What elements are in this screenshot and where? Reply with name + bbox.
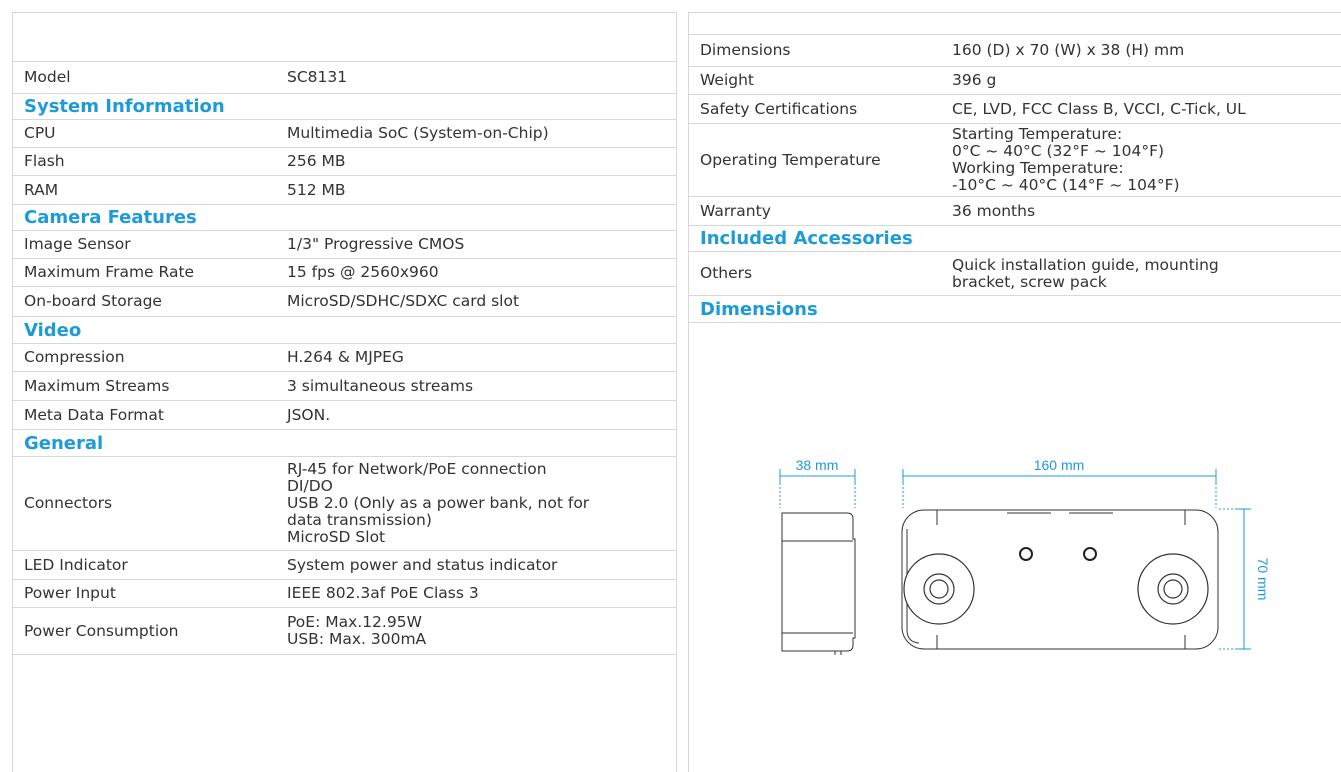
spec-value: 3 simultaneous streams (287, 376, 474, 395)
spec-row: Image Sensor 1/3" Progressive CMOS (13, 231, 676, 259)
spec-value-line: JSON. (287, 405, 331, 424)
spec-label: Meta Data Format (24, 405, 164, 424)
spec-value: H.264 & MJPEG (287, 349, 404, 366)
left-lens (903, 553, 975, 625)
spec-row: Compression H.264 & MJPEG (13, 344, 676, 372)
spec-value: 15 fps @ 2560x960 (287, 264, 439, 281)
spec-label: Maximum Streams (24, 376, 170, 395)
spec-value-line: USB: Max. 300mA (287, 630, 427, 648)
spec-value-line: MicroSD Slot (287, 528, 386, 546)
spec-value-line: RJ-45 for Network/PoE connection (287, 460, 547, 478)
spec-row: Maximum Streams 3 simultaneous streams (13, 372, 676, 401)
spec-value: RJ-45 for Network/PoE connection DI/DO USB… (287, 461, 589, 546)
spec-label: On-board Storage (24, 292, 162, 310)
spec-value-line: 1/3" Progressive CMOS (287, 235, 465, 253)
height-label: 70 mm (1255, 558, 1271, 601)
spec-label: Power Input (24, 584, 116, 602)
device-side-view (781, 512, 856, 655)
spec-value-line: DI/DO (287, 477, 333, 495)
spec-value: 512 MB (287, 180, 346, 199)
spec-label: Power Consumption (24, 621, 179, 640)
spec-label: Image Sensor (24, 235, 131, 253)
spec-row: Power Input IEEE 802.3af PoE Class 3 (13, 580, 676, 608)
spec-value-line: MicroSD/SDHC/SDXC card slot (287, 292, 520, 310)
spec-rows-left: Model SC8131 System Information CPU Multimed… (13, 61, 676, 655)
spec-value-line: 15 fps @ 2560x960 (287, 263, 439, 281)
spec-value: SC8131 (287, 69, 347, 86)
spec-row: Flash 256 MB (13, 148, 676, 176)
spec-value-line: H.264 & MJPEG (287, 348, 404, 366)
spec-label: Flash (24, 152, 65, 170)
section-header: System Information (13, 94, 676, 120)
dimensions-diagram: 38 mm 160 mm 70 mm (779, 457, 1271, 655)
side-width-dimension (779, 469, 856, 508)
spec-label: Maximum Frame Rate (24, 263, 195, 281)
spec-row: LED Indicator System power and status ind… (13, 551, 676, 580)
section-title: General (24, 432, 104, 454)
spec-value-line: SC8131 (287, 68, 348, 86)
section-header: Video (13, 317, 676, 344)
spec-label: Connectors (24, 494, 113, 512)
section-title: System Information (24, 96, 225, 117)
spec-value: PoE: Max.12.95W USB: Max. 300mA (287, 614, 426, 648)
spec-label: LED Indicator (24, 555, 128, 574)
spec-row: Connectors RJ-45 for Network/PoE connecti… (13, 457, 676, 551)
spec-table-right: Dimensions 160 (D) x 70 (W) x 38 (H) mm We… (688, 12, 1341, 772)
spec-value-line: 256 MB (287, 152, 346, 170)
spec-value: Multimedia SoC (System-on-Chip) (287, 125, 549, 142)
spec-value-line: 512 MB (287, 180, 346, 199)
spec-value-line: USB 2.0 (Only as a power bank, not for (287, 494, 590, 512)
spec-value: 256 MB (287, 153, 346, 170)
section-header: Camera Features (13, 205, 676, 231)
spec-label: Compression (24, 348, 125, 366)
length-label: 160 mm (1034, 457, 1085, 473)
spec-row: On-board Storage MicroSD/SDHC/SDXC card s… (13, 287, 676, 317)
spec-row: RAM 512 MB (13, 176, 676, 205)
spec-value: JSON. (287, 405, 331, 424)
section-title: Camera Features (24, 207, 197, 228)
spec-value: System power and status indicator (287, 555, 558, 574)
section-header: General (13, 430, 676, 457)
spec-value-line: PoE: Max.12.95W (287, 613, 422, 631)
spec-row: CPU Multimedia SoC (System-on-Chip) (13, 120, 676, 148)
spec-row: Power Consumption PoE: Max.12.95W USB: Max… (13, 608, 676, 655)
length-dimension (902, 469, 1217, 508)
right-lens (1137, 553, 1209, 625)
spec-value: 1/3" Progressive CMOS (287, 236, 464, 253)
spec-label: CPU (24, 124, 56, 142)
spec-table-left: Model SC8131 System Information CPU Multimed… (12, 12, 677, 772)
spec-value: MicroSD/SDHC/SDXC card slot (287, 293, 519, 310)
spec-value: IEEE 802.3af PoE Class 3 (287, 585, 479, 602)
spec-row: Maximum Frame Rate 15 fps @ 2560x960 (13, 259, 676, 287)
spec-row: Meta Data Format JSON. (13, 401, 676, 430)
spec-value-line: Multimedia SoC (System-on-Chip) (287, 124, 549, 142)
spec-value-line: System power and status indicator (287, 555, 558, 574)
spec-label: Model (24, 68, 71, 86)
height-dimension (1219, 508, 1251, 650)
section-title: Video (24, 319, 82, 341)
spec-label: RAM (24, 180, 59, 199)
spec-value-line: 3 simultaneous streams (287, 376, 474, 395)
side-width-label: 38 mm (796, 457, 839, 473)
spec-value-line: IEEE 802.3af PoE Class 3 (287, 584, 479, 602)
spec-value-line: data transmission) (287, 511, 432, 529)
spec-row: Model SC8131 (13, 61, 676, 94)
